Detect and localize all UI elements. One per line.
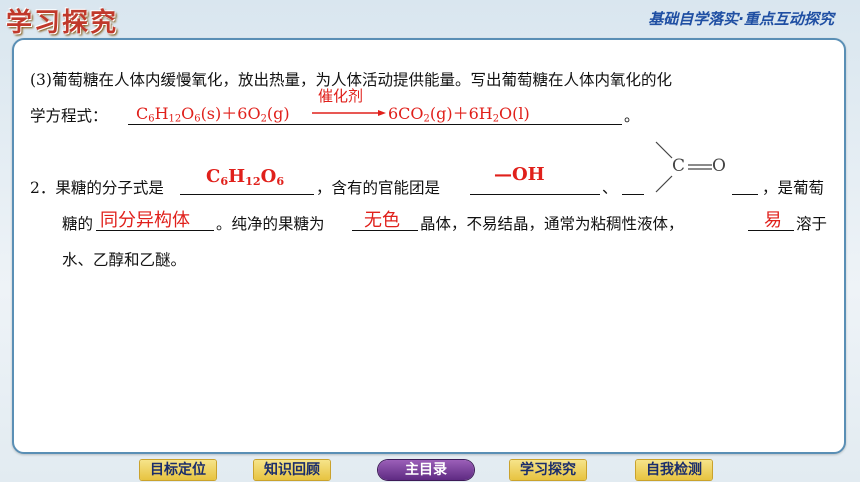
q2-separator: 、 [602, 179, 618, 197]
section-logo: 学习探究 [6, 8, 119, 38]
q2-line2-a: 糖的 [62, 215, 94, 233]
nav-goal-button[interactable]: 目标定位 [140, 460, 216, 480]
carbonyl-carbon: C [672, 156, 686, 176]
nav-review-button[interactable]: 知识回顾 [254, 460, 330, 480]
q2-line2-b: 。纯净的果糖为 [216, 215, 325, 233]
q2-line2-c: 晶体，不易结晶，通常为粘稠性液体， [420, 215, 684, 233]
q3-equation-left: C6H12O6(s)＋6O2(g) [136, 104, 290, 125]
q3-catalyst: 催化剂 [318, 87, 364, 105]
q3-reaction-arrow [312, 110, 386, 116]
q2-line2-d: 溶于 [796, 215, 828, 233]
q2-formula-blank [180, 194, 314, 195]
q2-prefix: 2．果糖的分子式是 [30, 179, 164, 197]
q2-mid2: ，是葡萄 [762, 179, 825, 197]
q3-line2-prefix: 学方程式： [30, 107, 108, 125]
nav-main-menu-button[interactable]: 主目录 [378, 460, 474, 480]
q2-mid1: ，含有的官能团是 [316, 179, 441, 197]
header-tagline: 基础自学落实·重点互动探究 [648, 10, 834, 28]
q2-color-answer: 无色 [364, 210, 400, 231]
nav-explore-button[interactable]: 学习探究 [510, 460, 586, 480]
q2-easy-answer: 易 [764, 210, 782, 231]
q2-formula-answer: C6H12O6 [206, 166, 285, 188]
q3-equation-right: 6CO2(g)＋6H2O(l) [388, 104, 530, 125]
slide-header: 学习探究 基础自学落实·重点互动探究 [0, 0, 860, 38]
q2-carbonyl-blank-right [732, 194, 758, 195]
q2-group-blank [470, 194, 600, 195]
q3-end-punct: 。 [624, 107, 640, 125]
q2-isomer-answer: 同分异构体 [100, 210, 190, 231]
carbonyl-oxygen: O [712, 156, 726, 176]
q2-line3: 水、乙醇和乙醚。 [62, 251, 187, 269]
q2-group-answer: —OH [494, 164, 545, 185]
nav-selftest-button[interactable]: 自我检测 [636, 460, 712, 480]
